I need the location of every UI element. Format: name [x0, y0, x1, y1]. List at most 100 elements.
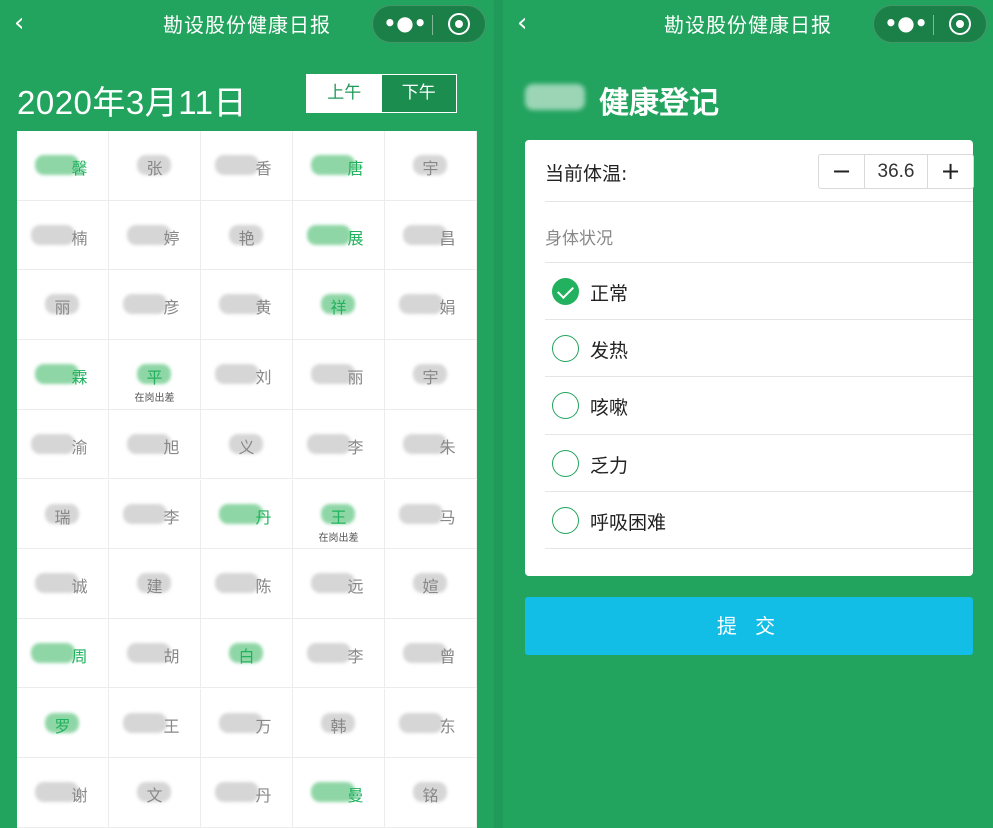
staff-cell[interactable]: 马 — [385, 479, 477, 549]
decrement-button[interactable]: − — [819, 155, 864, 188]
staff-cell[interactable]: 馨 — [17, 131, 109, 201]
staff-name: 展 — [347, 228, 364, 248]
staff-cell[interactable]: 李 — [109, 479, 201, 549]
staff-name: 周 — [71, 646, 88, 666]
tab-pm[interactable]: 下午 — [381, 75, 456, 112]
staff-name: 远 — [347, 577, 364, 597]
staff-cell[interactable]: 展 — [293, 200, 385, 271]
option-label: 发热 — [590, 340, 629, 362]
close-icon[interactable] — [949, 13, 971, 35]
option-label: 呼吸困难 — [590, 512, 667, 534]
staff-cell[interactable]: 祥 — [293, 270, 385, 340]
staff-cell[interactable]: 瑞 — [17, 479, 109, 549]
temperature-value[interactable]: 36.6 — [864, 155, 928, 188]
staff-cell[interactable]: 丹 — [201, 758, 293, 828]
close-icon[interactable] — [448, 13, 470, 35]
staff-cell[interactable]: 宇 — [385, 131, 477, 201]
condition-option[interactable]: 呼吸困难 — [545, 491, 973, 549]
increment-button[interactable]: + — [928, 155, 973, 188]
staff-name: 王 — [330, 507, 347, 527]
staff-name: 平 — [146, 368, 163, 388]
staff-cell[interactable]: 平在岗出差 — [109, 340, 201, 410]
staff-cell[interactable]: 义 — [201, 409, 293, 480]
capsule-divider — [432, 15, 433, 35]
staff-cell[interactable]: 王在岗出差 — [293, 479, 385, 549]
mini-program-capsule: •●• — [372, 5, 486, 43]
staff-cell[interactable]: 渝 — [17, 409, 109, 480]
staff-cell[interactable]: 娟 — [385, 270, 477, 340]
staff-cell[interactable]: 丽 — [17, 270, 109, 340]
staff-cell[interactable]: 谢 — [17, 758, 109, 828]
radio-icon[interactable] — [552, 335, 579, 362]
option-label: 咳嗽 — [590, 397, 629, 419]
submit-button[interactable]: 提 交 — [525, 597, 973, 655]
radio-icon[interactable] — [552, 392, 579, 419]
nav-bar: ‹ 勘设股份健康日报 •●• — [0, 0, 494, 46]
staff-cell[interactable]: 香 — [201, 131, 293, 201]
staff-cell[interactable]: 宇 — [385, 340, 477, 410]
staff-cell[interactable]: 霖 — [17, 340, 109, 410]
staff-name: 曾 — [439, 646, 456, 666]
staff-name: 曼 — [347, 786, 364, 806]
staff-cell[interactable]: 唐 — [293, 131, 385, 201]
staff-cell[interactable]: 丽 — [293, 340, 385, 410]
condition-option[interactable]: 发热 — [545, 319, 973, 377]
staff-name: 唐 — [347, 159, 364, 178]
staff-cell[interactable]: 朱 — [385, 409, 477, 480]
staff-cell[interactable]: 丹 — [201, 479, 293, 549]
staff-cell[interactable]: 东 — [385, 688, 477, 759]
staff-cell[interactable]: 张 — [109, 131, 201, 201]
staff-cell[interactable]: 楠 — [17, 200, 109, 271]
staff-cell[interactable]: 李 — [293, 409, 385, 480]
condition-option[interactable]: 正常 — [545, 262, 973, 320]
staff-name: 胡 — [163, 646, 180, 666]
staff-name: 婷 — [163, 228, 180, 248]
staff-cell[interactable]: 万 — [201, 688, 293, 759]
radio-icon[interactable] — [552, 450, 579, 477]
radio-checked-icon[interactable] — [552, 278, 579, 305]
option-label: 正常 — [590, 283, 629, 305]
staff-cell[interactable]: 黄 — [201, 270, 293, 340]
condition-option[interactable]: 咳嗽 — [545, 376, 973, 434]
more-icon[interactable]: •●• — [884, 6, 928, 42]
staff-cell[interactable]: 远 — [293, 549, 385, 619]
more-icon[interactable]: •●• — [383, 6, 427, 42]
staff-cell[interactable]: 王 — [109, 688, 201, 759]
staff-name: 馨 — [71, 159, 88, 178]
condition-option[interactable]: 乏力 — [545, 434, 973, 492]
staff-name: 楠 — [71, 228, 88, 248]
staff-cell[interactable]: 昌 — [385, 200, 477, 271]
staff-name: 万 — [255, 716, 272, 736]
staff-cell[interactable]: 诚 — [17, 549, 109, 619]
page-title: 健康登记 — [599, 86, 719, 121]
staff-cell[interactable]: 婷 — [109, 200, 201, 271]
nav-bar: ‹ 勘设股份健康日报 •●• — [503, 0, 993, 46]
staff-cell[interactable]: 罗 — [17, 688, 109, 759]
staff-name: 丽 — [347, 368, 364, 388]
status-label: 在岗出差 — [318, 532, 359, 544]
staff-cell[interactable]: 建 — [109, 549, 201, 619]
staff-cell[interactable]: 旭 — [109, 409, 201, 480]
staff-name: 马 — [439, 507, 456, 527]
tab-am[interactable]: 上午 — [307, 75, 382, 112]
staff-cell[interactable]: 铭 — [385, 758, 477, 828]
staff-cell[interactable]: 白 — [201, 618, 293, 689]
staff-cell[interactable]: 曾 — [385, 618, 477, 689]
staff-name: 香 — [255, 159, 272, 178]
staff-cell[interactable]: 胡 — [109, 618, 201, 689]
staff-name: 宇 — [422, 368, 439, 388]
staff-cell[interactable]: 刘 — [201, 340, 293, 410]
staff-cell[interactable]: 文 — [109, 758, 201, 828]
staff-cell[interactable]: 李 — [293, 618, 385, 689]
staff-name: 刘 — [255, 368, 272, 388]
staff-cell[interactable]: 周 — [17, 618, 109, 689]
staff-cell[interactable]: 艳 — [201, 200, 293, 271]
staff-name: 昌 — [439, 228, 456, 248]
radio-icon[interactable] — [552, 507, 579, 534]
report-date: 2020年3月11日 — [17, 84, 248, 121]
staff-cell[interactable]: 媗 — [385, 549, 477, 619]
staff-cell[interactable]: 陈 — [201, 549, 293, 619]
staff-cell[interactable]: 韩 — [293, 688, 385, 759]
staff-cell[interactable]: 彦 — [109, 270, 201, 340]
staff-cell[interactable]: 曼 — [293, 758, 385, 828]
